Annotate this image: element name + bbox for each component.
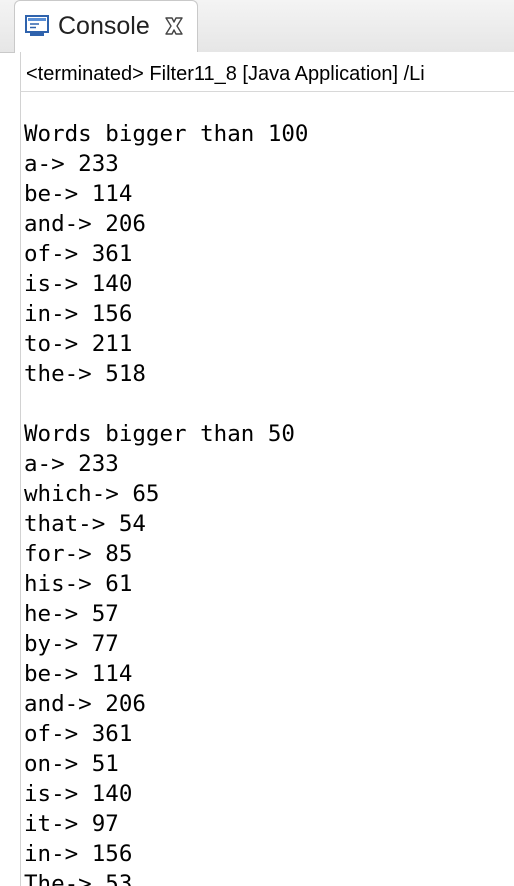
console-tab-label: Console <box>58 12 150 40</box>
console-line: a-> 233 <box>24 451 119 477</box>
console-line: The-> 53 <box>24 871 133 886</box>
console-tab[interactable]: Console <box>14 0 198 53</box>
process-status-label: <terminated> Filter11_8 [Java Applicatio… <box>26 63 425 85</box>
view-tab-bar: Console <box>0 0 514 53</box>
console-line: be-> 114 <box>24 661 133 687</box>
console-line: for-> 85 <box>24 541 133 567</box>
console-line: of-> 361 <box>24 241 133 267</box>
console-line: that-> 54 <box>24 511 146 537</box>
console-output-lines: Words bigger than 100 a-> 233 be-> 114 and-… <box>24 119 308 886</box>
console-line: by-> 77 <box>24 631 119 657</box>
console-line: is-> 140 <box>24 781 133 807</box>
console-line: which-> 65 <box>24 481 160 507</box>
console-line: Words bigger than 100 <box>24 121 309 147</box>
console-line: his-> 61 <box>24 571 133 597</box>
console-line: be-> 114 <box>24 181 133 207</box>
console-output[interactable]: Words bigger than 100 a-> 233 be-> 114 and-… <box>20 92 514 886</box>
console-line: he-> 57 <box>24 601 119 627</box>
console-line: and-> 206 <box>24 691 146 717</box>
console-line: in-> 156 <box>24 301 133 327</box>
console-line: it-> 97 <box>24 811 119 837</box>
console-line: Words bigger than 50 <box>24 421 295 447</box>
console-line: to-> 211 <box>24 331 133 357</box>
console-icon <box>25 15 49 37</box>
console-description-bar: <terminated> Filter11_8 [Java Applicatio… <box>20 52 514 92</box>
console-line: in-> 156 <box>24 841 133 867</box>
console-line: on-> 51 <box>24 751 119 777</box>
close-icon[interactable] <box>164 16 184 36</box>
console-line: of-> 361 <box>24 721 133 747</box>
console-line: the-> 518 <box>24 361 146 387</box>
console-line: a-> 233 <box>24 151 119 177</box>
console-line: and-> 206 <box>24 211 146 237</box>
console-line: is-> 140 <box>24 271 133 297</box>
